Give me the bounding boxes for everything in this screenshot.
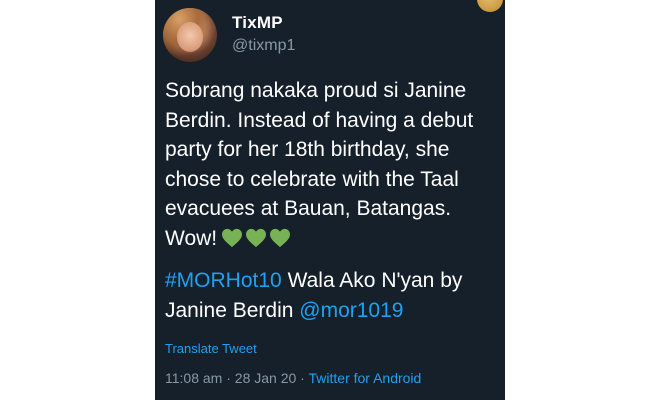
mention-link[interactable]: @mor1019: [299, 299, 403, 322]
hashtag-link[interactable]: #MORHot10: [165, 269, 282, 292]
tweet-line: party for her 18th birthday, she: [165, 138, 450, 161]
tweet-date: 28 Jan 20: [234, 370, 297, 386]
green-heart-icon: [246, 228, 267, 247]
tweet-body: Sobrang nakaka proud si Janine Berdin. I…: [165, 76, 501, 256]
artist-name: Janine Berdin: [165, 298, 294, 322]
tweet-word: Wow!: [165, 226, 218, 250]
translate-tweet-link[interactable]: Translate Tweet: [165, 341, 257, 356]
tweet-line: evacuees at Bauan, Batangas.: [165, 197, 452, 220]
tweet-line: Janine Berdin @mor1019: [165, 296, 501, 326]
tweet-meta: 11:08 am · 28 Jan 20 · Twitter for Andro…: [165, 370, 421, 386]
tweet-time: 11:08 am: [165, 370, 223, 386]
tweet-line: #MORHot10 Wala Ako N'yan by: [165, 266, 501, 296]
avatar[interactable]: [163, 8, 217, 62]
tweet-body-2: #MORHot10 Wala Ako N'yan by Janine Berdi…: [165, 266, 501, 325]
meta-separator: ·: [296, 370, 309, 386]
tweet-line: Berdin. Instead of having a debut: [165, 108, 474, 132]
tweet-words: Wala Ako N'yan by: [287, 269, 463, 292]
tweet-source-link[interactable]: Twitter for Android: [309, 370, 422, 386]
meta-separator: ·: [222, 370, 235, 386]
green-heart-icon: [222, 228, 243, 247]
green-heart-icon: [270, 228, 291, 247]
tweet-line: Sobrang nakaka proud si Janine: [165, 79, 467, 102]
tweet-card: TixMP @tixmp1 Sobrang nakaka proud si Ja…: [155, 0, 505, 400]
partial-emoji-icon: [477, 0, 503, 12]
tweet-line: Wow!: [165, 224, 501, 257]
tweet-line: chose to celebrate with the Taal: [165, 167, 459, 191]
emoji-group: [221, 227, 293, 257]
display-name[interactable]: TixMP: [232, 13, 283, 33]
user-handle[interactable]: @tixmp1: [232, 37, 295, 55]
